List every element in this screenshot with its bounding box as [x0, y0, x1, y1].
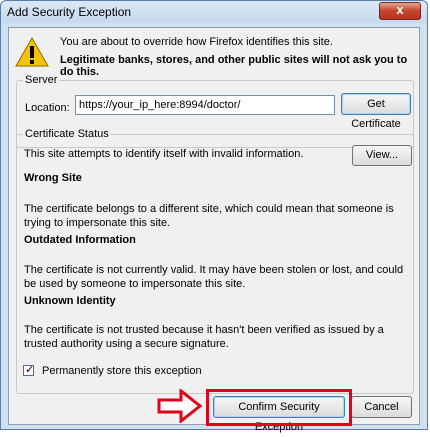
close-button[interactable]: x [379, 2, 421, 20]
unknown-identity-heading: Unknown Identity [24, 295, 116, 307]
dialog-body: You are about to override how Firefox id… [8, 27, 420, 433]
permanently-store-checkbox[interactable]: ✓ [23, 364, 35, 376]
wrong-site-heading: Wrong Site [24, 172, 82, 184]
warning-icon [15, 37, 49, 67]
certificate-status-group: Certificate Status This site attempts to… [16, 128, 414, 394]
wrong-site-text: The certificate belongs to a different s… [24, 203, 394, 229]
highlight-arrow-icon [157, 389, 203, 423]
override-warning: You are about to override how Firefox id… [60, 36, 333, 48]
outdated-information-text: The certificate is not currently valid. … [24, 264, 404, 290]
outdated-information-heading: Outdated Information [24, 234, 136, 246]
legitimate-sites-warning: Legitimate banks, stores, and other publ… [60, 54, 408, 78]
status-intro: This site attempts to identify itself wi… [24, 148, 304, 160]
confirm-security-exception-button[interactable]: Confirm Security Exception [213, 396, 345, 433]
unknown-identity-text: The certificate is not trusted because i… [24, 324, 384, 350]
get-certificate-button[interactable]: Get Certificate [341, 93, 411, 130]
check-icon: ✓ [25, 364, 35, 376]
permanently-store-label[interactable]: Permanently store this exception [42, 365, 202, 377]
close-icon: x [396, 2, 404, 17]
view-button[interactable]: View... [352, 145, 412, 166]
location-input[interactable] [75, 95, 335, 115]
certificate-status-legend: Certificate Status [23, 128, 111, 140]
window-title: Add Security Exception [7, 5, 132, 19]
cancel-button[interactable]: Cancel [351, 396, 412, 418]
server-legend: Server [23, 74, 60, 86]
title-bar[interactable]: Add Security Exception x [1, 1, 427, 23]
location-label: Location: [25, 102, 70, 114]
dialog-window: Add Security Exception x You are about t… [0, 0, 428, 433]
